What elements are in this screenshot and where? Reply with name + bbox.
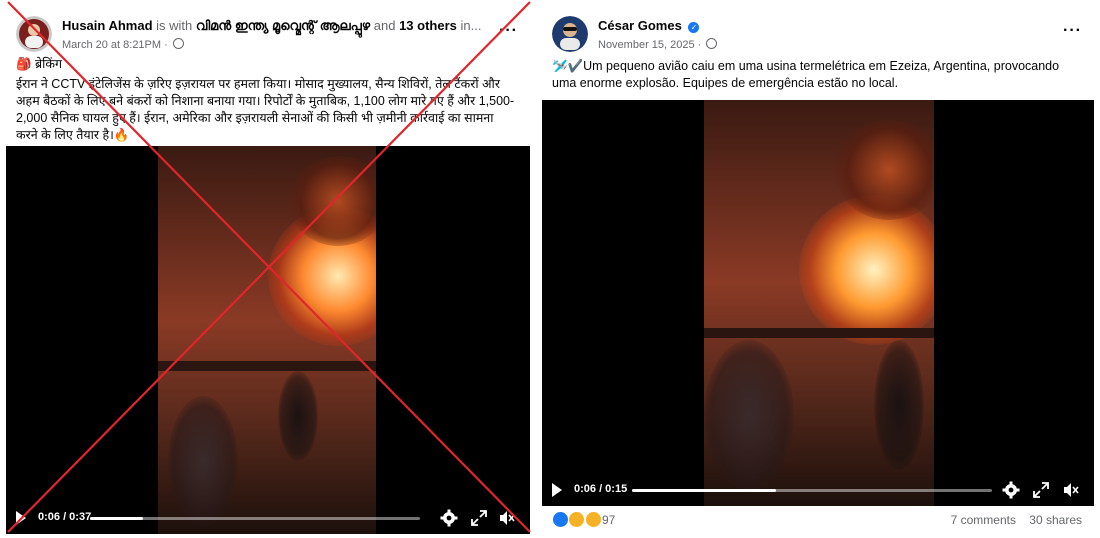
verified-icon: ✓	[688, 22, 700, 33]
shares-link[interactable]: 30 shares	[1029, 513, 1082, 527]
right-post: César Gomes ✓ November 15, 2025 · ··· 🛩️…	[542, 6, 1094, 534]
ellipsis-text: in...	[460, 18, 482, 33]
video-time: 0:06 / 0:37	[38, 511, 92, 523]
settings-icon[interactable]	[1002, 481, 1020, 499]
horizon-structure	[704, 328, 934, 338]
play-icon[interactable]	[16, 511, 26, 525]
video-controls: 0:06 / 0:37	[6, 502, 530, 534]
smoke	[834, 120, 934, 220]
mute-icon[interactable]	[498, 509, 516, 527]
others-link[interactable]: 13 others	[399, 18, 457, 33]
post-footer: 97 7 comments 30 shares	[552, 510, 1084, 530]
fullscreen-icon[interactable]	[1032, 481, 1050, 499]
post-date-text: November 15, 2025 ·	[598, 39, 702, 51]
engagement-stats: 7 comments 30 shares	[951, 513, 1082, 527]
avatar[interactable]	[552, 16, 588, 52]
video-player[interactable]: 0:06 / 0:37	[6, 146, 530, 534]
video-frame	[158, 146, 376, 534]
author-line: Husain Ahmad is with വിമൻ ഇന്ത്യ മൂവ്മെന…	[62, 18, 481, 34]
wow-reaction-icon	[568, 511, 586, 528]
post-text: 🛩️✔️Um pequeno avião caiu em uma usina t…	[552, 59, 1060, 90]
progress-bar[interactable]	[90, 517, 420, 520]
horizon-structure	[158, 361, 376, 371]
sad-reaction-icon	[584, 511, 602, 528]
silhouette	[704, 340, 794, 490]
reaction-count[interactable]: 97	[602, 513, 615, 527]
author-name[interactable]: Husain Ahmad	[62, 18, 153, 33]
and-text: and	[373, 18, 396, 33]
reaction-icons[interactable]	[552, 511, 602, 528]
post-text: ईरान ने CCTV इंटेलिजेंस के ज़रिए इज़रायल…	[16, 77, 515, 142]
post-date[interactable]: November 15, 2025 ·	[598, 38, 718, 51]
post-date-text: March 20 at 8:21PM ·	[62, 39, 168, 51]
settings-icon[interactable]	[440, 509, 458, 527]
video-controls: 0:06 / 0:15	[542, 474, 1094, 506]
progress-fill	[632, 489, 776, 492]
globe-icon	[172, 38, 184, 49]
progress-fill	[90, 517, 144, 520]
progress-bar[interactable]	[632, 489, 992, 492]
fullscreen-icon[interactable]	[470, 509, 488, 527]
avatar[interactable]	[16, 16, 52, 52]
globe-icon	[706, 38, 718, 49]
with-text: is with	[156, 18, 193, 33]
post-header: Husain Ahmad is with വിമൻ ഇന്ത്യ മൂവ്മെന…	[16, 14, 520, 58]
breaking-label: 🎒 ब्रेकिंग	[16, 57, 63, 71]
mute-icon[interactable]	[1062, 481, 1080, 499]
left-post: Husain Ahmad is with വിമൻ ഇന്ത്യ മൂവ്മെന…	[6, 6, 530, 534]
comments-link[interactable]: 7 comments	[951, 513, 1016, 527]
post-date[interactable]: March 20 at 8:21PM ·	[62, 38, 184, 51]
play-icon[interactable]	[552, 483, 562, 497]
post-header: César Gomes ✓ November 15, 2025 · ···	[552, 14, 1084, 58]
more-options-icon[interactable]: ···	[1063, 22, 1082, 40]
more-options-icon[interactable]: ···	[499, 22, 518, 40]
fire-glow	[799, 195, 934, 345]
like-reaction-icon	[552, 511, 569, 528]
video-frame	[704, 100, 934, 506]
silhouette	[278, 371, 318, 461]
silhouette	[874, 340, 924, 470]
author-name[interactable]: César Gomes	[598, 18, 682, 33]
group-name[interactable]: വിമൻ ഇന്ത്യ മൂവ്മെന്റ് ആലപ്പുഴ	[196, 18, 370, 33]
author-line: César Gomes ✓	[598, 18, 700, 33]
video-time: 0:06 / 0:15	[574, 483, 628, 495]
video-player[interactable]: 0:06 / 0:15	[542, 100, 1094, 506]
